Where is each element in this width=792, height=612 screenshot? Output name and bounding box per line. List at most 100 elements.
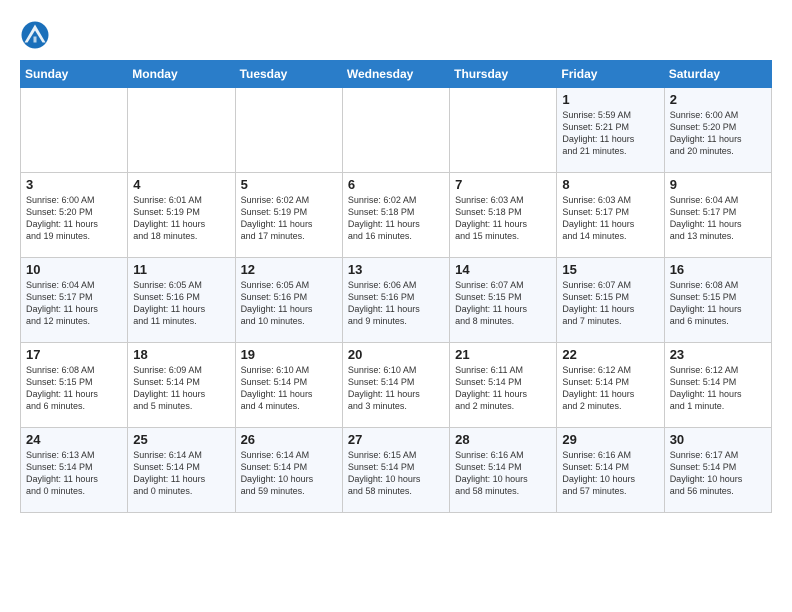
day-number: 27 xyxy=(348,432,444,447)
day-info: Sunrise: 6:03 AM Sunset: 5:17 PM Dayligh… xyxy=(562,194,658,243)
day-info: Sunrise: 6:12 AM Sunset: 5:14 PM Dayligh… xyxy=(562,364,658,413)
day-number: 5 xyxy=(241,177,337,192)
day-info: Sunrise: 6:07 AM Sunset: 5:15 PM Dayligh… xyxy=(455,279,551,328)
day-header-tuesday: Tuesday xyxy=(235,61,342,88)
day-info: Sunrise: 5:59 AM Sunset: 5:21 PM Dayligh… xyxy=(562,109,658,158)
page-header xyxy=(20,20,772,50)
calendar-week-2: 3Sunrise: 6:00 AM Sunset: 5:20 PM Daylig… xyxy=(21,173,772,258)
day-number: 12 xyxy=(241,262,337,277)
day-number: 20 xyxy=(348,347,444,362)
calendar-cell: 23 Sunrise: 6:12 AM Sunset: 5:14 PM Dayli… xyxy=(664,343,771,428)
calendar-cell xyxy=(450,88,557,173)
day-info: Sunrise: 6:08 AM Sunset: 5:15 PM Dayligh… xyxy=(670,279,766,328)
calendar-cell: 2 Sunrise: 6:00 AM Sunset: 5:20 PM Daylig… xyxy=(664,88,771,173)
calendar-cell: 7 Sunrise: 6:03 AM Sunset: 5:18 PM Daylig… xyxy=(450,173,557,258)
day-info: Sunrise: 6:00 AM Sunset: 5:20 PM Dayligh… xyxy=(670,109,766,158)
calendar-week-1: 1 Sunrise: 5:59 AM Sunset: 5:21 PM Daylig… xyxy=(21,88,772,173)
calendar-header-row: SundayMondayTuesdayWednesdayThursdayFrid… xyxy=(21,61,772,88)
day-info: Sunrise: 6:14 AM Sunset: 5:14 PM Dayligh… xyxy=(133,449,229,498)
calendar-cell: 26 Sunrise: 6:14 AM Sunset: 5:14 PM Dayli… xyxy=(235,428,342,513)
day-number: 18 xyxy=(133,347,229,362)
day-info: Sunrise: 6:13 AM Sunset: 5:14 PM Dayligh… xyxy=(26,449,122,498)
day-header-sunday: Sunday xyxy=(21,61,128,88)
calendar-cell: 27 Sunrise: 6:15 AM Sunset: 5:14 PM Dayli… xyxy=(342,428,449,513)
calendar-cell: 28 Sunrise: 6:16 AM Sunset: 5:14 PM Dayli… xyxy=(450,428,557,513)
day-number: 26 xyxy=(241,432,337,447)
day-number: 14 xyxy=(455,262,551,277)
day-info: Sunrise: 6:06 AM Sunset: 5:16 PM Dayligh… xyxy=(348,279,444,328)
calendar-cell: 11Sunrise: 6:05 AM Sunset: 5:16 PM Dayli… xyxy=(128,258,235,343)
logo xyxy=(20,20,54,50)
calendar-cell: 17 Sunrise: 6:08 AM Sunset: 5:15 PM Dayli… xyxy=(21,343,128,428)
day-info: Sunrise: 6:08 AM Sunset: 5:15 PM Dayligh… xyxy=(26,364,122,413)
calendar-cell: 25Sunrise: 6:14 AM Sunset: 5:14 PM Dayli… xyxy=(128,428,235,513)
day-info: Sunrise: 6:04 AM Sunset: 5:17 PM Dayligh… xyxy=(26,279,122,328)
day-number: 8 xyxy=(562,177,658,192)
day-info: Sunrise: 6:02 AM Sunset: 5:19 PM Dayligh… xyxy=(241,194,337,243)
day-number: 13 xyxy=(348,262,444,277)
calendar-cell: 14 Sunrise: 6:07 AM Sunset: 5:15 PM Dayli… xyxy=(450,258,557,343)
day-info: Sunrise: 6:17 AM Sunset: 5:14 PM Dayligh… xyxy=(670,449,766,498)
day-info: Sunrise: 6:09 AM Sunset: 5:14 PM Dayligh… xyxy=(133,364,229,413)
calendar-cell: 8 Sunrise: 6:03 AM Sunset: 5:17 PM Daylig… xyxy=(557,173,664,258)
calendar-cell: 10 Sunrise: 6:04 AM Sunset: 5:17 PM Dayli… xyxy=(21,258,128,343)
calendar-week-4: 17 Sunrise: 6:08 AM Sunset: 5:15 PM Dayli… xyxy=(21,343,772,428)
calendar-table: SundayMondayTuesdayWednesdayThursdayFrid… xyxy=(20,60,772,513)
day-number: 4 xyxy=(133,177,229,192)
day-number: 23 xyxy=(670,347,766,362)
calendar-cell: 20 Sunrise: 6:10 AM Sunset: 5:14 PM Dayli… xyxy=(342,343,449,428)
day-number: 21 xyxy=(455,347,551,362)
day-info: Sunrise: 6:02 AM Sunset: 5:18 PM Dayligh… xyxy=(348,194,444,243)
logo-icon xyxy=(20,20,50,50)
calendar-cell: 16Sunrise: 6:08 AM Sunset: 5:15 PM Dayli… xyxy=(664,258,771,343)
day-number: 7 xyxy=(455,177,551,192)
day-info: Sunrise: 6:07 AM Sunset: 5:15 PM Dayligh… xyxy=(562,279,658,328)
calendar-cell xyxy=(21,88,128,173)
day-number: 1 xyxy=(562,92,658,107)
day-number: 22 xyxy=(562,347,658,362)
calendar-cell: 4 Sunrise: 6:01 AM Sunset: 5:19 PM Daylig… xyxy=(128,173,235,258)
day-number: 2 xyxy=(670,92,766,107)
day-number: 30 xyxy=(670,432,766,447)
calendar-cell: 1 Sunrise: 5:59 AM Sunset: 5:21 PM Daylig… xyxy=(557,88,664,173)
day-header-thursday: Thursday xyxy=(450,61,557,88)
day-number: 28 xyxy=(455,432,551,447)
calendar-cell: 13 Sunrise: 6:06 AM Sunset: 5:16 PM Dayli… xyxy=(342,258,449,343)
calendar-cell: 19Sunrise: 6:10 AM Sunset: 5:14 PM Dayli… xyxy=(235,343,342,428)
day-info: Sunrise: 6:12 AM Sunset: 5:14 PM Dayligh… xyxy=(670,364,766,413)
day-header-monday: Monday xyxy=(128,61,235,88)
calendar-cell: 21 Sunrise: 6:11 AM Sunset: 5:14 PM Dayli… xyxy=(450,343,557,428)
day-info: Sunrise: 6:10 AM Sunset: 5:14 PM Dayligh… xyxy=(348,364,444,413)
day-info: Sunrise: 6:05 AM Sunset: 5:16 PM Dayligh… xyxy=(241,279,337,328)
day-number: 24 xyxy=(26,432,122,447)
calendar-cell: 3Sunrise: 6:00 AM Sunset: 5:20 PM Daylig… xyxy=(21,173,128,258)
calendar-cell: 24 Sunrise: 6:13 AM Sunset: 5:14 PM Dayli… xyxy=(21,428,128,513)
day-number: 17 xyxy=(26,347,122,362)
day-info: Sunrise: 6:10 AM Sunset: 5:14 PM Dayligh… xyxy=(241,364,337,413)
day-info: Sunrise: 6:16 AM Sunset: 5:14 PM Dayligh… xyxy=(562,449,658,498)
day-info: Sunrise: 6:05 AM Sunset: 5:16 PM Dayligh… xyxy=(133,279,229,328)
day-info: Sunrise: 6:01 AM Sunset: 5:19 PM Dayligh… xyxy=(133,194,229,243)
calendar-cell xyxy=(128,88,235,173)
calendar-cell: 30 Sunrise: 6:17 AM Sunset: 5:14 PM Dayli… xyxy=(664,428,771,513)
day-info: Sunrise: 6:16 AM Sunset: 5:14 PM Dayligh… xyxy=(455,449,551,498)
day-info: Sunrise: 6:11 AM Sunset: 5:14 PM Dayligh… xyxy=(455,364,551,413)
day-number: 3 xyxy=(26,177,122,192)
calendar-cell: 29Sunrise: 6:16 AM Sunset: 5:14 PM Dayli… xyxy=(557,428,664,513)
day-number: 10 xyxy=(26,262,122,277)
day-info: Sunrise: 6:15 AM Sunset: 5:14 PM Dayligh… xyxy=(348,449,444,498)
day-number: 15 xyxy=(562,262,658,277)
day-info: Sunrise: 6:04 AM Sunset: 5:17 PM Dayligh… xyxy=(670,194,766,243)
day-header-wednesday: Wednesday xyxy=(342,61,449,88)
calendar-cell: 22 Sunrise: 6:12 AM Sunset: 5:14 PM Dayli… xyxy=(557,343,664,428)
calendar-cell: 18 Sunrise: 6:09 AM Sunset: 5:14 PM Dayli… xyxy=(128,343,235,428)
day-header-saturday: Saturday xyxy=(664,61,771,88)
calendar-cell: 5 Sunrise: 6:02 AM Sunset: 5:19 PM Daylig… xyxy=(235,173,342,258)
day-number: 9 xyxy=(670,177,766,192)
day-header-friday: Friday xyxy=(557,61,664,88)
calendar-cell: 9 Sunrise: 6:04 AM Sunset: 5:17 PM Daylig… xyxy=(664,173,771,258)
day-info: Sunrise: 6:03 AM Sunset: 5:18 PM Dayligh… xyxy=(455,194,551,243)
day-info: Sunrise: 6:14 AM Sunset: 5:14 PM Dayligh… xyxy=(241,449,337,498)
calendar-cell xyxy=(235,88,342,173)
calendar-cell xyxy=(342,88,449,173)
